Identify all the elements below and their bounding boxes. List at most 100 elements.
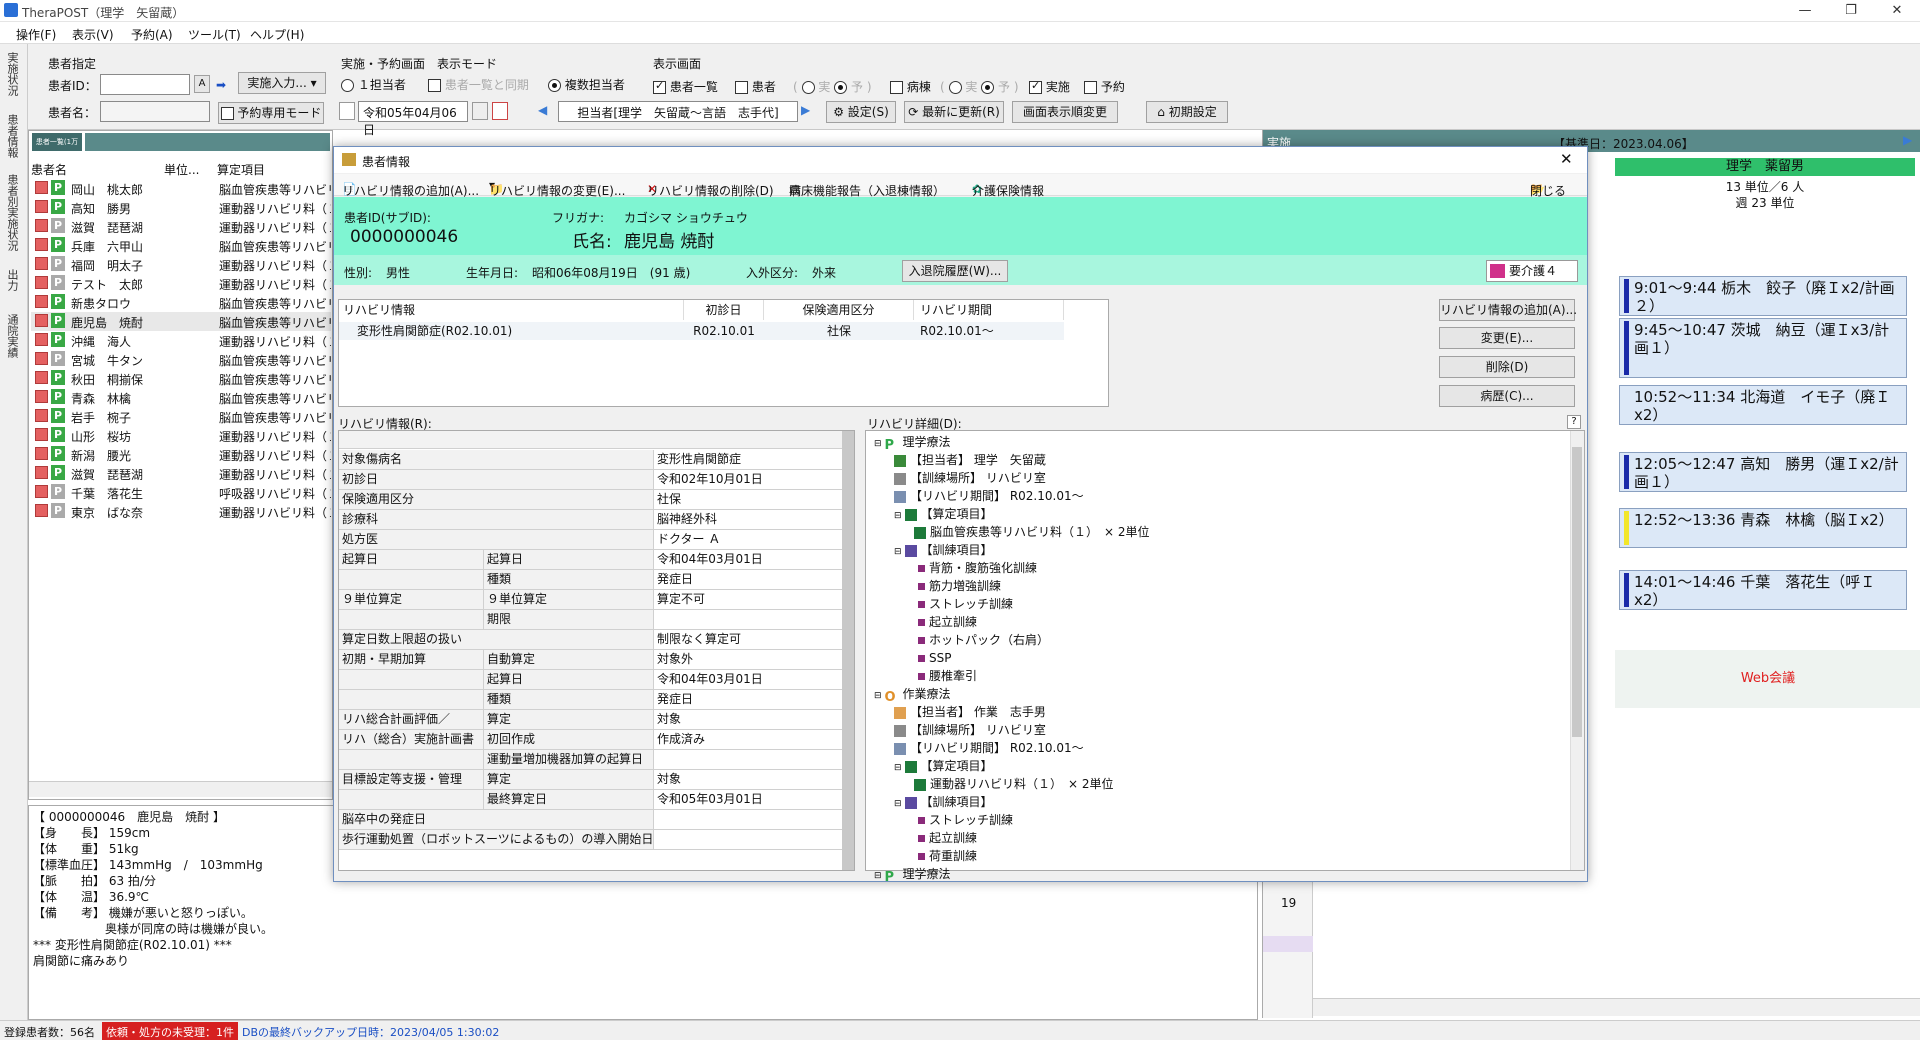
reserve-option[interactable]: 予約: [1084, 78, 1125, 95]
patlist-checkbox[interactable]: [653, 79, 666, 94]
tree-node[interactable]: 腰椎牽引: [914, 667, 977, 685]
tree-node[interactable]: 起立訓練: [914, 829, 977, 847]
impl-option[interactable]: 実施: [1029, 78, 1070, 95]
next-assignee-icon[interactable]: ▶: [801, 103, 810, 117]
grid-row[interactable]: 目標設定等支援・管理 算定 対象: [339, 770, 842, 790]
impl-checkbox[interactable]: [1029, 79, 1042, 94]
grid-row[interactable]: 算定日数上限超の扱い 制限なく算定可: [339, 630, 842, 650]
list-item[interactable]: P 秋田 桐揃保 脳血管疾患等リハビリ料: [31, 369, 331, 388]
appointment[interactable]: 9:01～9:44 栃木 餃子（廃Ｉx2/計画２）: [1619, 276, 1907, 316]
tree-node[interactable]: 【訓練場所】 リハビリ室: [894, 721, 1046, 739]
list-item[interactable]: P 高知 勝男 運動器リハビリ料（１）: [31, 198, 331, 217]
first-visit-col-header[interactable]: 初診日: [684, 300, 764, 320]
list-item[interactable]: P 鹿児島 焼酎 脳血管疾患等リハビリ料: [31, 312, 331, 331]
grid-row[interactable]: 起算日 起算日 令和04年03月01日: [339, 550, 842, 570]
tab-output[interactable]: 出力: [4, 269, 20, 291]
schedule-next-icon[interactable]: ▶: [1903, 133, 1912, 147]
grid-row[interactable]: 診療科 脳神経外科: [339, 510, 842, 530]
order-change-button[interactable]: 画面表示順変更: [1012, 101, 1118, 123]
reserve-only-mode[interactable]: 予約専用モード: [218, 102, 324, 124]
collapse-icon[interactable]: ⊟: [874, 691, 882, 701]
tree-node[interactable]: ⊟ 【算定項目】: [894, 505, 993, 523]
grid-row[interactable]: 起算日 令和04年03月01日: [339, 670, 842, 690]
single-assignee[interactable]: １担当者: [341, 76, 406, 93]
patient-id-input[interactable]: [100, 74, 190, 95]
admission-history-button[interactable]: 入退院履歴(W)...: [902, 260, 1008, 282]
tree-node[interactable]: 【担当者】 作業 志手男: [894, 703, 1046, 721]
tree-node[interactable]: ⊟ 【訓練項目】: [894, 541, 993, 559]
side-history-button[interactable]: 病歴(C)...: [1439, 385, 1575, 407]
settings-button[interactable]: ⚙ 設定(S): [826, 101, 896, 123]
tree-node[interactable]: ⊟ 【算定項目】: [894, 757, 993, 775]
refresh-button[interactable]: ⟳ 最新に更新(R): [904, 101, 1004, 123]
multi-assignee[interactable]: 複数担当者: [548, 76, 625, 93]
restore-icon[interactable]: ❐: [1828, 0, 1874, 22]
tree-node[interactable]: ストレッチ訓練: [914, 811, 1013, 829]
tree-node[interactable]: 運動器リハビリ料（１） × 2単位: [914, 775, 1114, 793]
list-item[interactable]: P 宮城 牛タン 脳血管疾患等リハビリ料: [31, 350, 331, 369]
appointment[interactable]: 12:05～12:47 高知 勝男（運Ｉx2/計画１）: [1619, 452, 1907, 492]
grid-row[interactable]: ９単位算定 ９単位算定 算定不可: [339, 590, 842, 610]
appointment[interactable]: 9:45～10:47 茨城 納豆（運Ｉx3/計画１）: [1619, 318, 1907, 378]
single-radio[interactable]: [341, 79, 354, 92]
grid-row[interactable]: 種類 発症日: [339, 690, 842, 710]
collapse-icon[interactable]: ⊟: [874, 439, 882, 449]
tab-patient-impl[interactable]: 患者別実施状況: [4, 174, 20, 251]
tree-scroll-thumb[interactable]: [1572, 447, 1582, 737]
init-settings-button[interactable]: ⌂ 初期設定: [1146, 101, 1228, 123]
care-level-badge[interactable]: 要介護４: [1486, 260, 1578, 282]
today-icon[interactable]: [492, 102, 508, 120]
appointment[interactable]: 12:52～13:36 青森 林檎（脳Ｉx2）: [1619, 508, 1907, 548]
grid-row[interactable]: 初診日 令和02年10月01日: [339, 470, 842, 490]
list-item[interactable]: P 岩手 椀子 脳血管疾患等リハビリ料: [31, 407, 331, 426]
schedule-hscroll[interactable]: [1313, 998, 1920, 1016]
side-add-button[interactable]: リハビリ情報の追加(A)...: [1439, 299, 1577, 321]
tree-node[interactable]: 【担当者】 理学 矢留蔵: [894, 451, 1046, 469]
appointment[interactable]: 14:01～14:46 千葉 落花生（呼Ｉx2）: [1619, 570, 1907, 610]
tree-node[interactable]: 脳血管疾患等リハビリ料（１） × 2単位: [914, 523, 1150, 541]
tree-node[interactable]: SSP: [914, 649, 951, 667]
tree-node[interactable]: 【訓練場所】 リハビリ室: [894, 469, 1046, 487]
dialog-close-icon[interactable]: ✕: [1560, 150, 1573, 168]
date-field[interactable]: 令和05年04月06日: [358, 101, 468, 137]
tree-node[interactable]: ⊟ O 作業療法: [874, 685, 951, 705]
menu-tools[interactable]: ツール(T): [188, 26, 241, 43]
tree-node[interactable]: 荷重訓練: [914, 847, 977, 865]
list-item[interactable]: P 山形 桜坊 運動器リハビリ料（１）: [31, 426, 331, 445]
patient-checkbox[interactable]: [735, 81, 748, 94]
side-edit-button[interactable]: 変更(E)...: [1439, 327, 1575, 349]
tree-node[interactable]: ストレッチ訓練: [914, 595, 1013, 613]
list-item[interactable]: P 兵庫 六甲山 脳血管疾患等リハビリ料: [31, 236, 331, 255]
patient-list-tab[interactable]: 患者一覧(1万人): [32, 133, 82, 164]
unreceived-alert[interactable]: 依頼・処方の未受理：1件: [102, 1022, 238, 1040]
assignee-field[interactable]: 担当者[理学 矢留蔵～言語 志手代]: [558, 101, 798, 122]
menu-operation[interactable]: 操作(F): [16, 26, 56, 43]
insurance-col-header[interactable]: 保険適用区分: [764, 300, 914, 320]
reserve-checkbox[interactable]: [1084, 81, 1097, 94]
rehab-cell[interactable]: 変形性肩関節症(R02.10.01): [343, 322, 683, 340]
grid-row[interactable]: リハ総合計画評価／ 算定 対象: [339, 710, 842, 730]
list-item[interactable]: P テスト 太郎 運動器リハビリ料（１）: [31, 274, 331, 293]
collapse-icon[interactable]: ⊟: [894, 799, 902, 809]
collapse-icon[interactable]: ⊟: [894, 763, 902, 773]
tree-node[interactable]: 背筋・腹筋強化訓練: [914, 559, 1037, 577]
tree-node[interactable]: ⊟ 【訓練項目】: [894, 793, 993, 811]
list-item[interactable]: P 新患タロウ 脳血管疾患等リハビリ料: [31, 293, 331, 312]
tab-patient-info[interactable]: 患者情報: [4, 114, 20, 158]
collapse-icon[interactable]: ⊟: [874, 871, 882, 881]
grid-row[interactable]: 期限: [339, 610, 842, 630]
grid-row[interactable]: 初期・早期加算 自動算定 対象外: [339, 650, 842, 670]
grid-row[interactable]: 処方医 ドクター Ａ: [339, 530, 842, 550]
list-item[interactable]: P 沖縄 海人 運動器リハビリ料（１）: [31, 331, 331, 350]
tree-node[interactable]: ⊟ P 理学療法: [874, 865, 951, 885]
help-icon[interactable]: ?: [1567, 415, 1581, 429]
tree-node[interactable]: 筋力増強訓練: [914, 577, 1001, 595]
reserve-mode-checkbox[interactable]: [220, 107, 234, 120]
calendar-icon[interactable]: [339, 102, 355, 120]
ward-option[interactable]: 病棟: [890, 78, 931, 95]
col-item-header[interactable]: 算定項目: [217, 161, 265, 178]
list-item[interactable]: P 岡山 桃太郎 脳血管疾患等リハビリ料: [31, 179, 331, 198]
prev-assignee-icon[interactable]: ◀: [538, 103, 547, 117]
minimize-icon[interactable]: —: [1782, 0, 1828, 22]
list-item[interactable]: P 滋賀 琵琶湖 運動器リハビリ料（１）: [31, 217, 331, 236]
